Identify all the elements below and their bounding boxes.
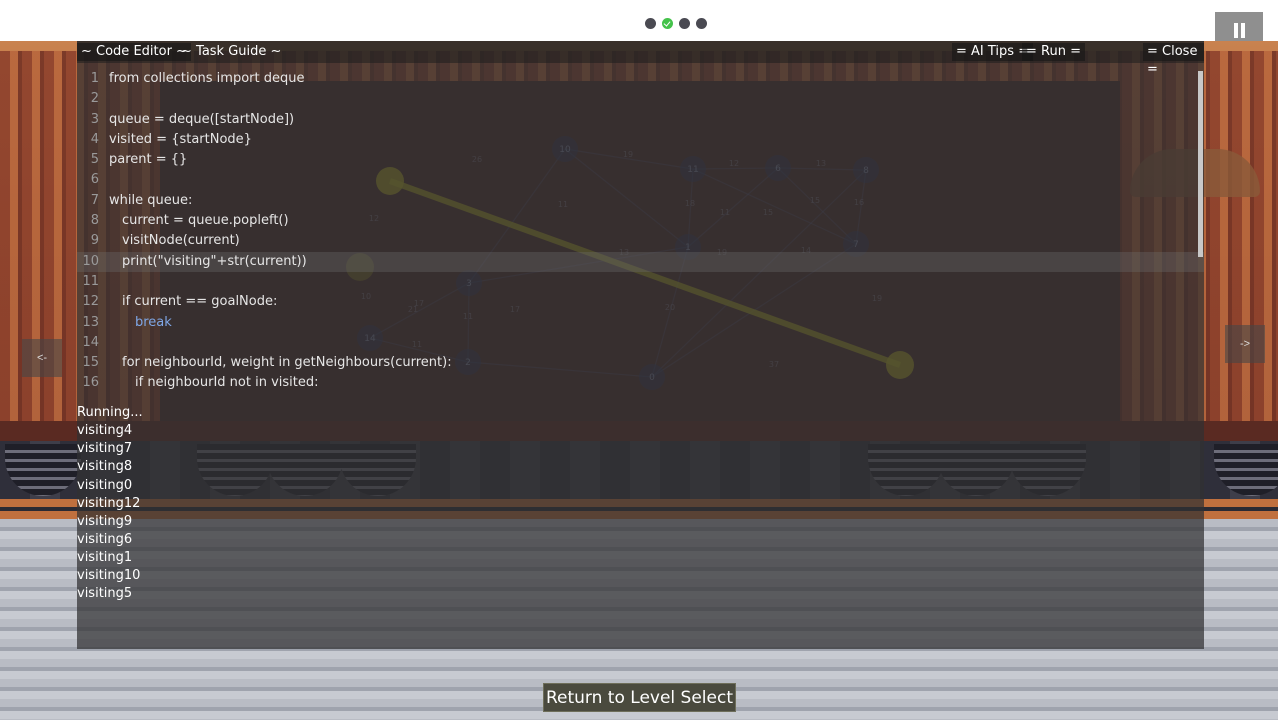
progress-dot-complete	[662, 18, 673, 29]
console-line: visiting12	[77, 495, 141, 511]
code-line[interactable]: 13 break	[77, 313, 1204, 333]
code-line-text: current = queue.popleft()	[122, 213, 289, 229]
tab-code-editor[interactable]: ~ Code Editor ~	[77, 43, 191, 61]
editor-header: ~ Code Editor ~ ~ Task Guide ~ = AI Tips…	[77, 41, 1204, 77]
console-line: visiting5	[77, 586, 133, 602]
code-line[interactable]: 12 if current == goalNode:	[77, 292, 1204, 312]
progress-dots	[645, 18, 707, 29]
code-line-text: while queue:	[109, 192, 193, 208]
code-line[interactable]: 6	[77, 170, 1204, 190]
line-number: 4	[90, 131, 99, 147]
console-line: visiting6	[77, 531, 133, 547]
line-number: 16	[82, 375, 99, 391]
code-line[interactable]: 14	[77, 333, 1204, 353]
code-line-text: visited = {startNode}	[109, 131, 252, 147]
progress-dot	[696, 18, 707, 29]
console-line: visiting0	[77, 477, 133, 493]
line-number: 11	[82, 273, 99, 289]
line-number: 13	[82, 314, 99, 330]
console-line: visiting4	[77, 423, 133, 439]
code-line-text: parent = {}	[109, 152, 188, 168]
console-line: Running...	[77, 405, 143, 420]
console-line: visiting8	[77, 459, 133, 475]
code-line[interactable]: 7 while queue:	[77, 191, 1204, 211]
console-line: visiting9	[77, 513, 133, 529]
tab-task-guide[interactable]: ~ Task Guide ~	[177, 43, 285, 61]
top-bar	[0, 0, 1278, 49]
prev-arrow-button[interactable]: <-	[22, 339, 62, 377]
line-number: 5	[90, 152, 99, 168]
line-number: 7	[90, 192, 99, 208]
code-line[interactable]: 16 if neighbourId not in visited:	[77, 373, 1204, 393]
code-line-text: visitNode(current)	[122, 233, 240, 249]
code-area[interactable]: 1 from collections import deque 2 3 queue …	[77, 69, 1204, 399]
code-line[interactable]: 9 visitNode(current)	[77, 231, 1204, 251]
editor-scrollbar[interactable]	[1198, 71, 1203, 257]
line-number: 6	[90, 172, 99, 188]
line-number: 1	[90, 71, 99, 86]
console-line: visiting7	[77, 441, 133, 457]
line-number: 15	[82, 355, 99, 371]
code-line-highlighted[interactable]: 10 print("visiting"+str(current))	[77, 251, 1204, 272]
code-line[interactable]: 8 current = queue.popleft()	[77, 211, 1204, 231]
code-line[interactable]: 1 from collections import deque	[77, 69, 1204, 89]
pause-icon	[1234, 23, 1238, 38]
code-line[interactable]: 15 for neighbourId, weight in getNeighbou…	[77, 353, 1204, 373]
ai-tips-button[interactable]: = AI Tips =	[952, 43, 1034, 61]
code-line-text: print("visiting"+str(current))	[122, 253, 307, 269]
pause-icon-bar	[1241, 23, 1245, 38]
line-number: 3	[90, 111, 99, 127]
code-line[interactable]: 5 parent = {}	[77, 150, 1204, 170]
code-line-text: queue = deque([startNode])	[109, 111, 295, 127]
run-button[interactable]: = Run =	[1022, 43, 1085, 61]
line-number: 14	[82, 334, 99, 350]
code-line[interactable]: 4 visited = {startNode}	[77, 130, 1204, 150]
console-line: visiting1	[77, 550, 133, 566]
line-number: 8	[90, 213, 99, 229]
progress-dot	[679, 18, 690, 29]
code-line[interactable]: 11	[77, 272, 1204, 292]
code-line-text: if current == goalNode:	[122, 294, 278, 310]
line-number: 10	[82, 253, 99, 269]
return-to-level-select-button[interactable]: Return to Level Select	[543, 683, 736, 712]
close-button[interactable]: = Close =	[1143, 43, 1204, 77]
line-number: 2	[90, 91, 99, 107]
progress-dot	[645, 18, 656, 29]
code-line-text: for neighbourId, weight in getNeighbours…	[122, 355, 452, 371]
console-output: Running... visiting4 visiting7 visiting8 vis…	[77, 404, 377, 604]
code-line[interactable]: 2	[77, 89, 1204, 109]
next-arrow-button[interactable]: ->	[1225, 325, 1265, 363]
code-line-text: if neighbourId not in visited:	[135, 375, 319, 391]
console-line: visiting10	[77, 568, 141, 584]
code-line[interactable]: 3 queue = deque([startNode])	[77, 110, 1204, 130]
line-number: 12	[82, 294, 99, 310]
code-line-text: break	[135, 314, 172, 330]
line-number: 9	[90, 233, 99, 249]
code-line-text: from collections import deque	[109, 71, 305, 86]
